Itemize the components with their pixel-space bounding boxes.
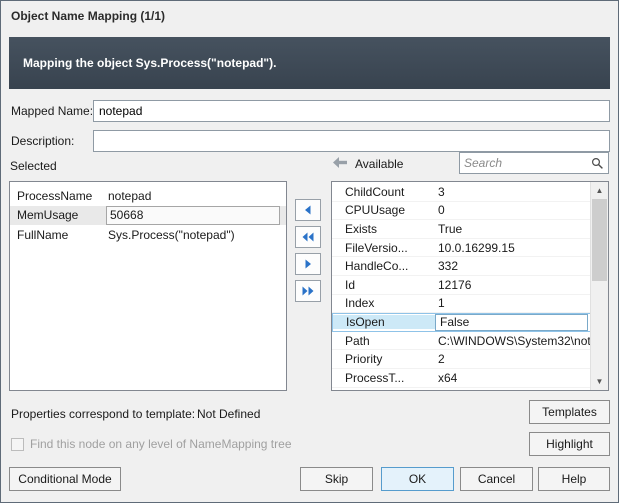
table-row-selected[interactable]: MemUsage 50668 [10,206,286,226]
property-name: FileVersio... [332,241,434,255]
available-properties-list: ChildCount 3 CPUUsage 0 Exists True File… [331,181,609,391]
template-status-value: Not Defined [197,407,260,421]
property-value[interactable]: notepad [106,189,280,203]
find-node-label: Find this node on any level of NameMappi… [30,437,292,451]
mapped-name-label: Mapped Name: [11,104,93,118]
table-row[interactable]: FullName Sys.Process("notepad") [10,225,286,245]
move-left-button[interactable] [295,199,321,221]
table-row[interactable]: ChildCount 3 [332,183,591,202]
find-node-checkbox[interactable] [11,438,24,451]
conditional-mode-button[interactable]: Conditional Mode [9,467,121,491]
property-value[interactable]: 12176 [434,278,591,292]
property-name: ProcessT... [332,371,434,385]
arrow-left-icon [303,203,313,218]
table-row[interactable]: ProcessName notepad [10,186,286,206]
property-name: Exists [332,222,434,236]
table-row-selected[interactable]: IsOpen False [332,313,591,332]
move-all-left-button[interactable] [295,226,321,248]
property-name: Path [332,334,434,348]
table-row[interactable]: Id 12176 [332,276,591,295]
double-arrow-right-icon [302,284,314,299]
selected-list-label: Selected [10,159,57,173]
available-list-label: Available [355,157,403,171]
property-name: Priority [332,352,434,366]
property-name: ChildCount [332,185,434,199]
search-icon[interactable] [591,157,604,173]
property-name: HandleCo... [332,259,434,273]
property-value[interactable]: 2 [434,352,591,366]
property-name: MemUsage [10,208,106,222]
scroll-down-icon[interactable]: ▼ [591,373,608,390]
selected-properties-list: ProcessName notepad MemUsage 50668 FullN… [9,181,287,391]
transfer-buttons [295,199,321,302]
property-value[interactable]: 1 [434,296,591,310]
table-row[interactable]: CPUUsage 0 [332,202,591,221]
property-name: CPUUsage [332,203,434,217]
available-list-header: Available [333,157,403,171]
property-value[interactable]: Sys.Process("notepad") [106,228,280,242]
table-row[interactable]: Index 1 [332,295,591,314]
scrollbar-thumb[interactable] [592,199,607,281]
window-title: Object Name Mapping (1/1) [11,9,165,23]
property-value[interactable]: 332 [434,259,591,273]
property-name: ProcessName [10,189,106,203]
table-row[interactable]: Priority 2 [332,350,591,369]
property-value[interactable]: True [434,222,591,236]
ok-button[interactable]: OK [381,467,454,491]
template-status-label: Properties correspond to template: [11,407,195,421]
mapping-banner: Mapping the object Sys.Process("notepad"… [9,37,610,89]
search-box [459,152,609,174]
property-name: IsOpen [333,315,435,329]
banner-text: Mapping the object Sys.Process("notepad"… [23,56,276,70]
search-input[interactable] [460,153,594,173]
mapped-name-input[interactable] [93,100,610,122]
table-row[interactable]: ProcessT... x64 [332,369,591,388]
property-value[interactable]: 0 [434,203,591,217]
property-value[interactable]: 10.0.16299.15 [434,241,591,255]
table-row[interactable]: HandleCo... 332 [332,257,591,276]
property-value[interactable]: C:\WINDOWS\System32\note... [434,334,591,348]
templates-button[interactable]: Templates [529,400,610,424]
property-value[interactable]: False [435,314,588,331]
move-right-button[interactable] [295,253,321,275]
description-input[interactable] [93,130,610,152]
property-name: Index [332,296,434,310]
property-value[interactable]: 50668 [106,206,280,225]
description-label: Description: [11,134,74,148]
highlight-button[interactable]: Highlight [529,432,610,456]
property-name: FullName [10,228,106,242]
table-row[interactable]: Path C:\WINDOWS\System32\note... [332,332,591,351]
arrow-right-icon [303,257,313,272]
scroll-up-icon[interactable]: ▲ [591,182,608,199]
table-row[interactable]: FileVersio... 10.0.16299.15 [332,239,591,258]
object-name-mapping-dialog: Object Name Mapping (1/1) Mapping the ob… [0,0,619,503]
help-button[interactable]: Help [538,467,610,491]
back-arrow-icon [333,157,348,171]
move-all-right-button[interactable] [295,280,321,302]
table-row[interactable]: Exists True [332,220,591,239]
vertical-scrollbar[interactable]: ▲ ▼ [590,182,608,390]
skip-button[interactable]: Skip [300,467,373,491]
title-bar[interactable]: Object Name Mapping (1/1) [1,1,618,31]
double-arrow-left-icon [302,230,314,245]
property-value[interactable]: x64 [434,371,591,385]
property-name: Id [332,278,434,292]
property-value[interactable]: 3 [434,185,591,199]
cancel-button[interactable]: Cancel [460,467,533,491]
